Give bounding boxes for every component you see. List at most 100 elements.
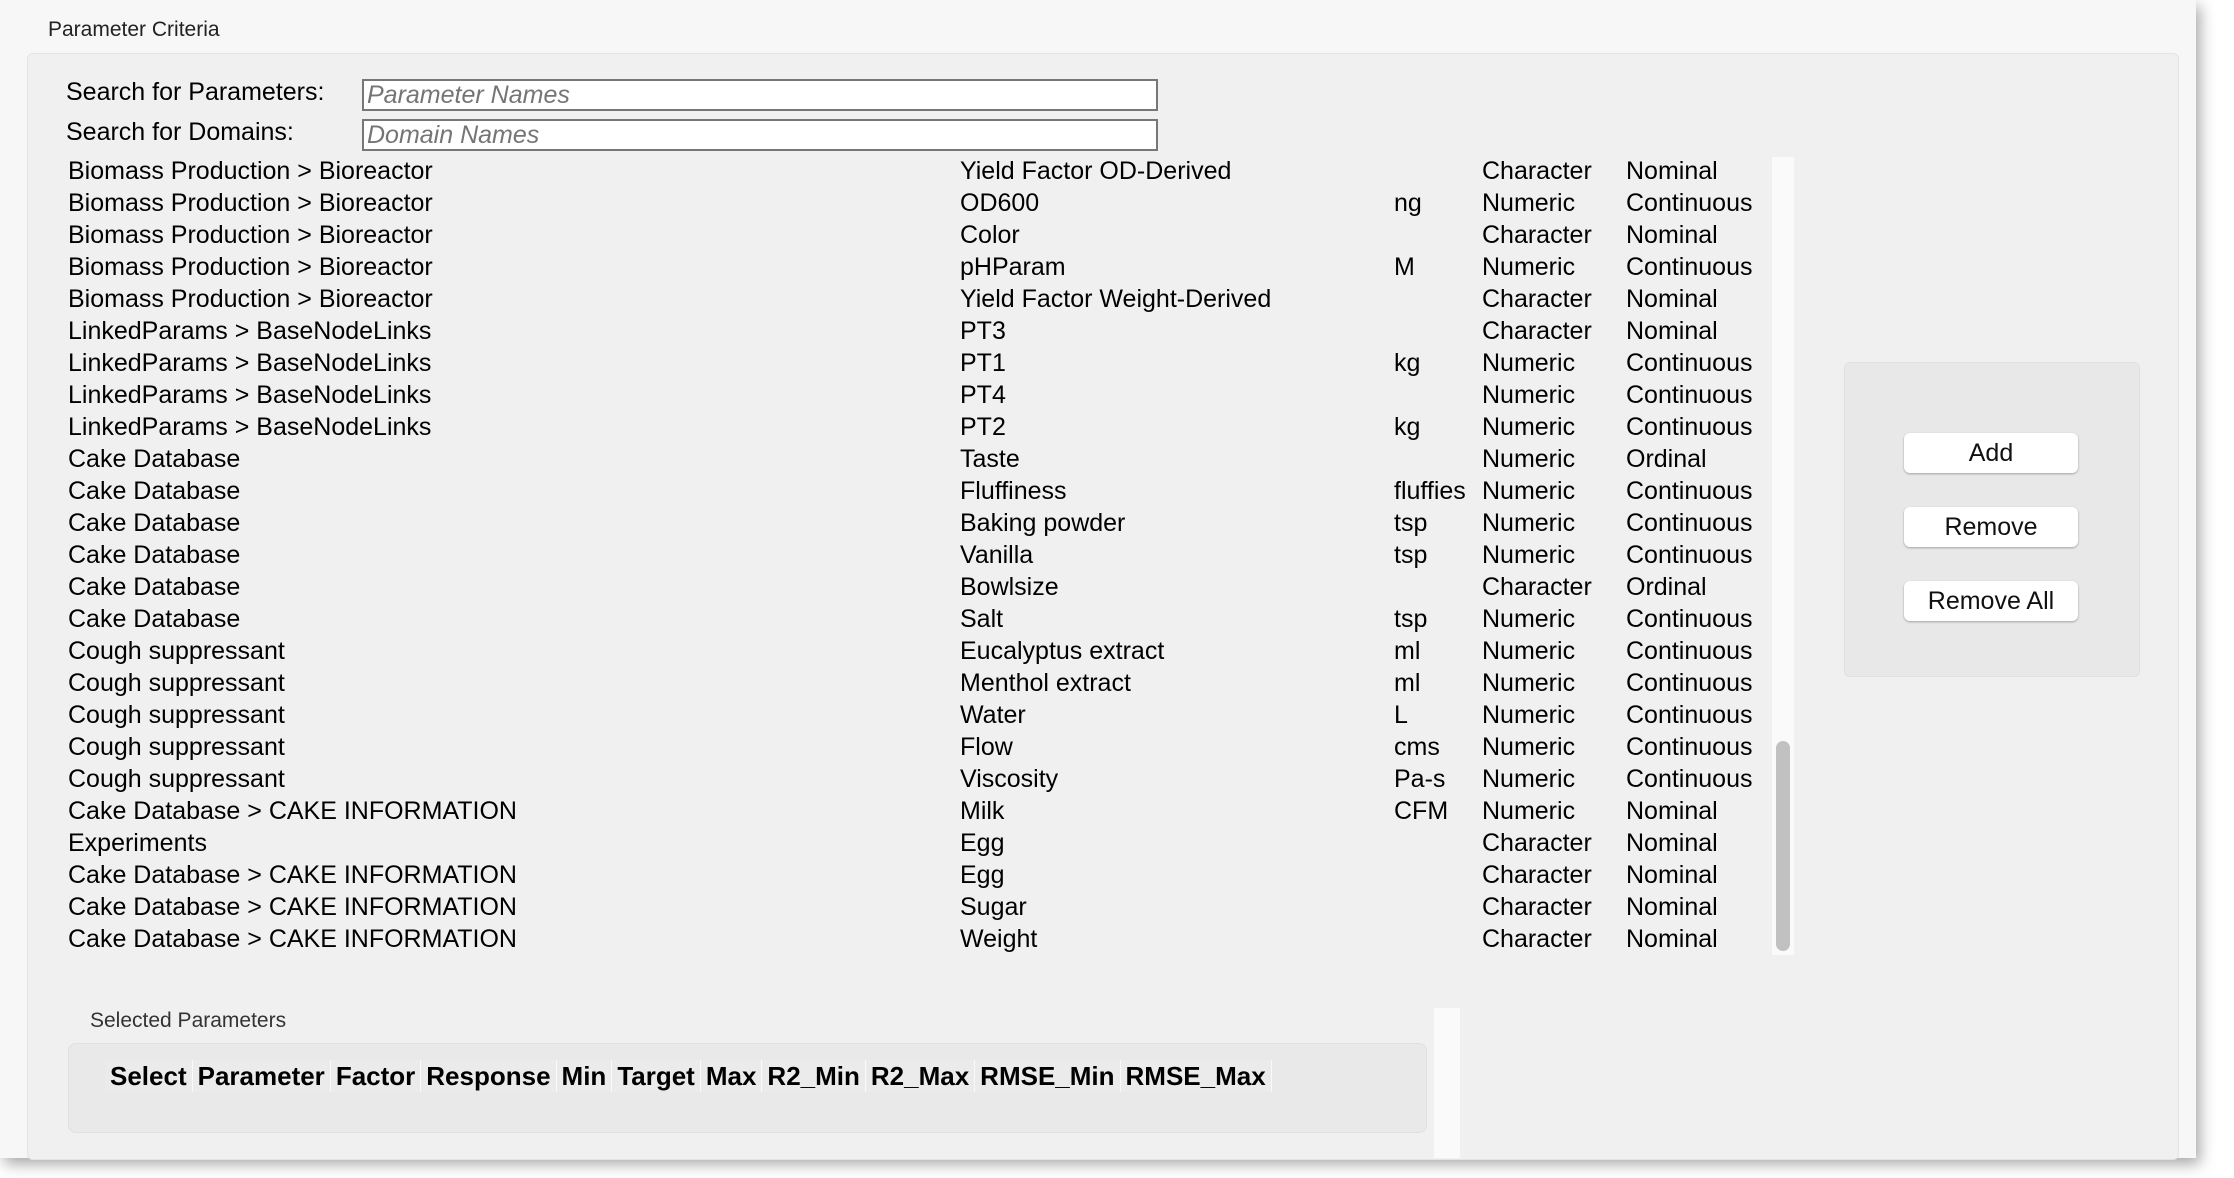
domain-cell: Experiments	[68, 829, 207, 857]
unit-cell: Pa-s	[1394, 765, 1446, 793]
list-item[interactable]: Biomass Production > Bioreactor OD600 ng Nu…	[0, 187, 1780, 219]
type-cell: Character	[1482, 893, 1592, 921]
list-item[interactable]: Cake Database > CAKE INFORMATION Egg Chara…	[0, 859, 1780, 891]
parameter-cell: Egg	[960, 829, 1005, 857]
list-scrollbar-thumb[interactable]	[1776, 741, 1790, 951]
list-item[interactable]: Cake Database Vanilla tsp Numeric Continuous	[0, 539, 1780, 571]
list-item[interactable]: LinkedParams > BaseNodeLinks PT4 Numeric Co…	[0, 379, 1780, 411]
list-item[interactable]: Cough suppressant Eucalyptus extract ml Num…	[0, 635, 1780, 667]
add-button[interactable]: Add	[1904, 433, 2078, 473]
type-cell: Numeric	[1482, 509, 1576, 537]
selected-scrollbar-track[interactable]	[1434, 1008, 1460, 1158]
list-item[interactable]: Cake Database Bowlsize Character Ordinal	[0, 571, 1780, 603]
list-item[interactable]: Cough suppressant Viscosity Pa-s Numeric Con…	[0, 763, 1780, 795]
list-item[interactable]: Biomass Production > Bioreactor Color Char…	[0, 219, 1780, 251]
remove-all-button[interactable]: Remove All	[1904, 581, 2078, 621]
domain-cell: Cough suppressant	[68, 701, 285, 729]
list-item[interactable]: Cake Database Fluffiness fluffies Numeric Co…	[0, 475, 1780, 507]
scale-cell: Continuous	[1626, 509, 1753, 537]
unit-cell: ml	[1394, 669, 1421, 697]
scale-cell: Continuous	[1626, 605, 1753, 633]
parameter-cell: Taste	[960, 445, 1020, 473]
list-item[interactable]: Cake Database Baking powder tsp Numeric Cont…	[0, 507, 1780, 539]
column-header-factor[interactable]: Factor	[331, 1060, 422, 1092]
column-header-target[interactable]: Target	[612, 1060, 701, 1092]
column-header-r2-max[interactable]: R2_Max	[866, 1060, 976, 1092]
domain-cell: Cough suppressant	[68, 765, 285, 793]
scale-cell: Continuous	[1626, 477, 1753, 505]
list-item[interactable]: Biomass Production > Bioreactor Yield Fac…	[0, 155, 1780, 187]
list-item[interactable]: Biomass Production > Bioreactor pHParam M N…	[0, 251, 1780, 283]
scale-cell: Nominal	[1626, 829, 1718, 857]
type-cell: Character	[1482, 285, 1592, 313]
scale-cell: Nominal	[1626, 157, 1718, 185]
column-header-select[interactable]: Select	[105, 1060, 193, 1092]
list-item[interactable]: Biomass Production > Bioreactor Yield Fac…	[0, 283, 1780, 315]
parameter-cell: PT2	[960, 413, 1006, 441]
unit-cell: cms	[1394, 733, 1440, 761]
type-cell: Character	[1482, 157, 1592, 185]
list-item[interactable]: LinkedParams > BaseNodeLinks PT3 Character…	[0, 315, 1780, 347]
column-header-rmse-min[interactable]: RMSE_Min	[975, 1060, 1121, 1092]
type-cell: Numeric	[1482, 253, 1576, 281]
list-item[interactable]: Cake Database > CAKE INFORMATION Sugar Cha…	[0, 891, 1780, 923]
search-domains-input[interactable]	[362, 119, 1158, 151]
list-item[interactable]: Cake Database Salt tsp Numeric Continuous	[0, 603, 1780, 635]
remove-button[interactable]: Remove	[1904, 507, 2078, 547]
domain-cell: Cake Database	[68, 541, 241, 569]
column-header-rmse-max[interactable]: RMSE_Max	[1121, 1060, 1272, 1092]
list-item[interactable]: Cake Database > CAKE INFORMATION Weight Ch…	[0, 923, 1780, 955]
unit-cell: L	[1394, 701, 1408, 729]
scale-cell: Continuous	[1626, 189, 1753, 217]
domain-cell: Cake Database > CAKE INFORMATION	[68, 861, 517, 889]
search-parameters-input[interactable]	[362, 79, 1158, 111]
parameter-cell: Weight	[960, 925, 1038, 953]
scale-cell: Continuous	[1626, 349, 1753, 377]
list-item[interactable]: Cake Database Taste Numeric Ordinal	[0, 443, 1780, 475]
domain-cell: LinkedParams > BaseNodeLinks	[68, 317, 432, 345]
column-header-parameter[interactable]: Parameter	[193, 1060, 331, 1092]
parameter-cell: Yield Factor Weight-Derived	[960, 285, 1272, 313]
parameter-cell: PT1	[960, 349, 1006, 377]
column-header-r2-min[interactable]: R2_Min	[762, 1060, 866, 1092]
unit-cell: CFM	[1394, 797, 1449, 825]
type-cell: Numeric	[1482, 349, 1576, 377]
parameter-cell: Salt	[960, 605, 1004, 633]
parameter-cell: PT3	[960, 317, 1006, 345]
type-cell: Numeric	[1482, 765, 1576, 793]
type-cell: Character	[1482, 573, 1592, 601]
list-item[interactable]: Cough suppressant Menthol extract ml Numeri…	[0, 667, 1780, 699]
list-item[interactable]: LinkedParams > BaseNodeLinks PT2 kg Numeric…	[0, 411, 1780, 443]
column-header-response[interactable]: Response	[421, 1060, 557, 1092]
list-item[interactable]: Cough suppressant Flow cms Numeric Continuou…	[0, 731, 1780, 763]
list-item[interactable]: LinkedParams > BaseNodeLinks PT1 kg Numeric…	[0, 347, 1780, 379]
unit-cell: kg	[1394, 349, 1421, 377]
scale-cell: Continuous	[1626, 733, 1753, 761]
type-cell: Numeric	[1482, 669, 1576, 697]
parameter-cell: Egg	[960, 861, 1005, 889]
type-cell: Numeric	[1482, 189, 1576, 217]
type-cell: Character	[1482, 221, 1592, 249]
type-cell: Numeric	[1482, 381, 1576, 409]
parameter-cell: Milk	[960, 797, 1005, 825]
type-cell: Character	[1482, 861, 1592, 889]
parameter-cell: PT4	[960, 381, 1006, 409]
parameter-cell: OD600	[960, 189, 1040, 217]
domain-cell: Cake Database > CAKE INFORMATION	[68, 797, 517, 825]
selected-table-header: Select Parameter Factor Response Min Target Ma…	[105, 1060, 1272, 1092]
parameter-cell: Flow	[960, 733, 1013, 761]
list-item[interactable]: Experiments Egg Character Nominal	[0, 827, 1780, 859]
list-item[interactable]: Cake Database > CAKE INFORMATION Milk CFM N…	[0, 795, 1780, 827]
search-domains-label: Search for Domains:	[66, 118, 294, 146]
column-header-min[interactable]: Min	[557, 1060, 613, 1092]
scale-cell: Nominal	[1626, 861, 1718, 889]
type-cell: Character	[1482, 925, 1592, 953]
parameter-cell: Eucalyptus extract	[960, 637, 1165, 665]
column-header-max[interactable]: Max	[701, 1060, 763, 1092]
parameter-cell: Sugar	[960, 893, 1027, 921]
domain-cell: Biomass Production > Bioreactor	[68, 253, 433, 281]
type-cell: Numeric	[1482, 541, 1576, 569]
parameter-cell: Vanilla	[960, 541, 1034, 569]
scale-cell: Nominal	[1626, 797, 1718, 825]
list-item[interactable]: Cough suppressant Water L Numeric Continuous	[0, 699, 1780, 731]
